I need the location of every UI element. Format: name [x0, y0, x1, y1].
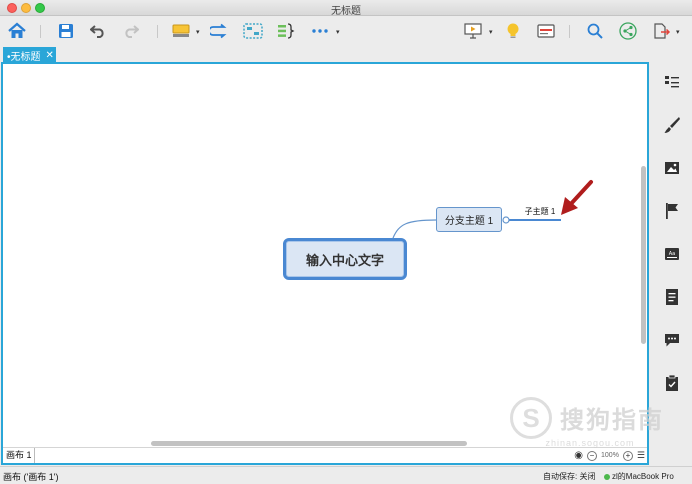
branch-collapse-handle	[502, 216, 510, 224]
export-dropdown-caret[interactable]: ▾	[676, 28, 680, 36]
relationship-icon	[210, 23, 227, 39]
insert-topic-button[interactable]	[170, 21, 192, 41]
sidebar-image-button[interactable]	[662, 158, 682, 178]
presentation-icon	[464, 23, 482, 39]
sidebar-marker-button[interactable]	[662, 201, 682, 221]
format-brush-icon	[664, 117, 680, 133]
right-sidebar: Aa	[654, 63, 692, 403]
zoom-menu-icon[interactable]: ☰	[637, 450, 645, 461]
status-autosave[interactable]: 自动保存: 关闭	[543, 471, 595, 482]
redo-button[interactable]	[120, 21, 142, 41]
outline-view-button[interactable]	[535, 21, 557, 41]
watermark-text: 搜狗指南	[560, 407, 664, 434]
tab-label: •无标题	[7, 51, 41, 63]
sheet-bar: 画布 1 ◉ − 100% + ☰	[3, 447, 647, 463]
mindmap-canvas[interactable]: 输入中心文字 分支主题 1 子主题 1	[3, 64, 647, 449]
sub-topic[interactable]: 子主题 1	[518, 206, 562, 220]
boundary-button[interactable]	[242, 21, 264, 41]
zoom-controls: ◉ − 100% + ☰	[574, 449, 645, 462]
summary-button[interactable]	[275, 21, 297, 41]
zoom-level: 100%	[601, 452, 619, 459]
svg-text:Aa: Aa	[669, 251, 675, 257]
window-title: 无标题	[331, 6, 361, 17]
relationship-button[interactable]	[208, 21, 230, 41]
boundary-icon	[243, 23, 263, 39]
save-icon	[59, 24, 73, 38]
horizontal-scroll-thumb[interactable]	[151, 441, 467, 446]
export-button[interactable]	[651, 21, 673, 41]
save-button[interactable]	[55, 21, 77, 41]
sidebar-text-style-button[interactable]: Aa	[662, 244, 682, 264]
more-dropdown-caret[interactable]: ▾	[336, 28, 340, 36]
comment-icon	[665, 334, 679, 347]
sidebar-format-button[interactable]	[662, 115, 682, 135]
presentation-dropdown-caret[interactable]: ▾	[489, 28, 493, 36]
undo-icon	[90, 25, 104, 38]
sidebar-comment-button[interactable]	[662, 330, 682, 350]
zoom-in-button[interactable]: +	[622, 450, 633, 461]
outline-list-icon	[665, 76, 679, 88]
redo-icon	[125, 25, 139, 38]
marker-flag-icon	[666, 203, 678, 219]
online-status-icon	[604, 473, 610, 480]
central-to-branch-connector	[392, 219, 437, 239]
presentation-button[interactable]	[462, 21, 484, 41]
task-clipboard-icon	[666, 374, 678, 391]
share-button[interactable]	[617, 21, 639, 41]
sogou-guide-watermark: S 搜狗指南 zhinan.sogou.com	[510, 394, 670, 448]
main-toolbar: ▾ ▾ ▾ ▾	[0, 16, 692, 46]
search-button[interactable]	[584, 21, 606, 41]
sidebar-outline-button[interactable]	[662, 72, 682, 92]
outline-icon	[537, 24, 555, 38]
image-icon	[665, 162, 679, 174]
share-icon	[619, 22, 637, 40]
search-icon	[587, 23, 603, 39]
insert-topic-icon	[172, 24, 190, 37]
branch-topic[interactable]: 分支主题 1	[436, 207, 502, 232]
document-tab-strip: •无标题 ✕	[0, 46, 692, 63]
more-icon	[312, 29, 328, 33]
notes-icon	[666, 289, 678, 305]
watermark-url: zhinan.sogou.com	[545, 438, 635, 448]
fit-view-icon[interactable]: ◉	[574, 450, 583, 461]
tab-untitled[interactable]: •无标题 ✕	[3, 47, 56, 63]
more-button[interactable]	[309, 21, 331, 41]
red-arrow-annotation	[561, 180, 593, 215]
status-sheet-info: 画布 ('画布 1')	[3, 472, 59, 482]
sidebar-task-button[interactable]	[662, 373, 682, 393]
summary-icon	[278, 23, 295, 39]
vertical-scrollbar[interactable]	[639, 64, 647, 449]
undo-button[interactable]	[87, 21, 109, 41]
text-style-icon: Aa	[665, 248, 679, 260]
status-user-name: zl的MacBook Pro	[612, 472, 674, 481]
zoom-out-button[interactable]: −	[587, 450, 598, 461]
idea-icon	[507, 23, 519, 38]
home-button[interactable]	[6, 21, 28, 41]
status-user: zl的MacBook Pro	[604, 471, 674, 482]
export-icon	[654, 23, 671, 39]
status-bar: 画布 ('画布 1') 自动保存: 关闭 zl的MacBook Pro	[0, 466, 692, 484]
central-topic[interactable]: 输入中心文字	[283, 238, 407, 280]
app-window: 无标题 ▾ ▾ ▾ ▾ •无标题 ✕ 输入中心文字 分支主题 1 子主题 1 画…	[0, 0, 692, 484]
sidebar-notes-button[interactable]	[662, 287, 682, 307]
sheet-tab[interactable]: 画布 1	[3, 448, 35, 463]
title-bar: 无标题	[0, 0, 692, 17]
insert-topic-dropdown-caret[interactable]: ▾	[196, 28, 200, 36]
idea-button[interactable]	[502, 21, 524, 41]
tab-close-icon[interactable]: ✕	[46, 50, 54, 61]
home-icon	[8, 22, 26, 38]
watermark-logo: S	[510, 397, 552, 439]
vertical-scroll-thumb[interactable]	[641, 166, 646, 344]
